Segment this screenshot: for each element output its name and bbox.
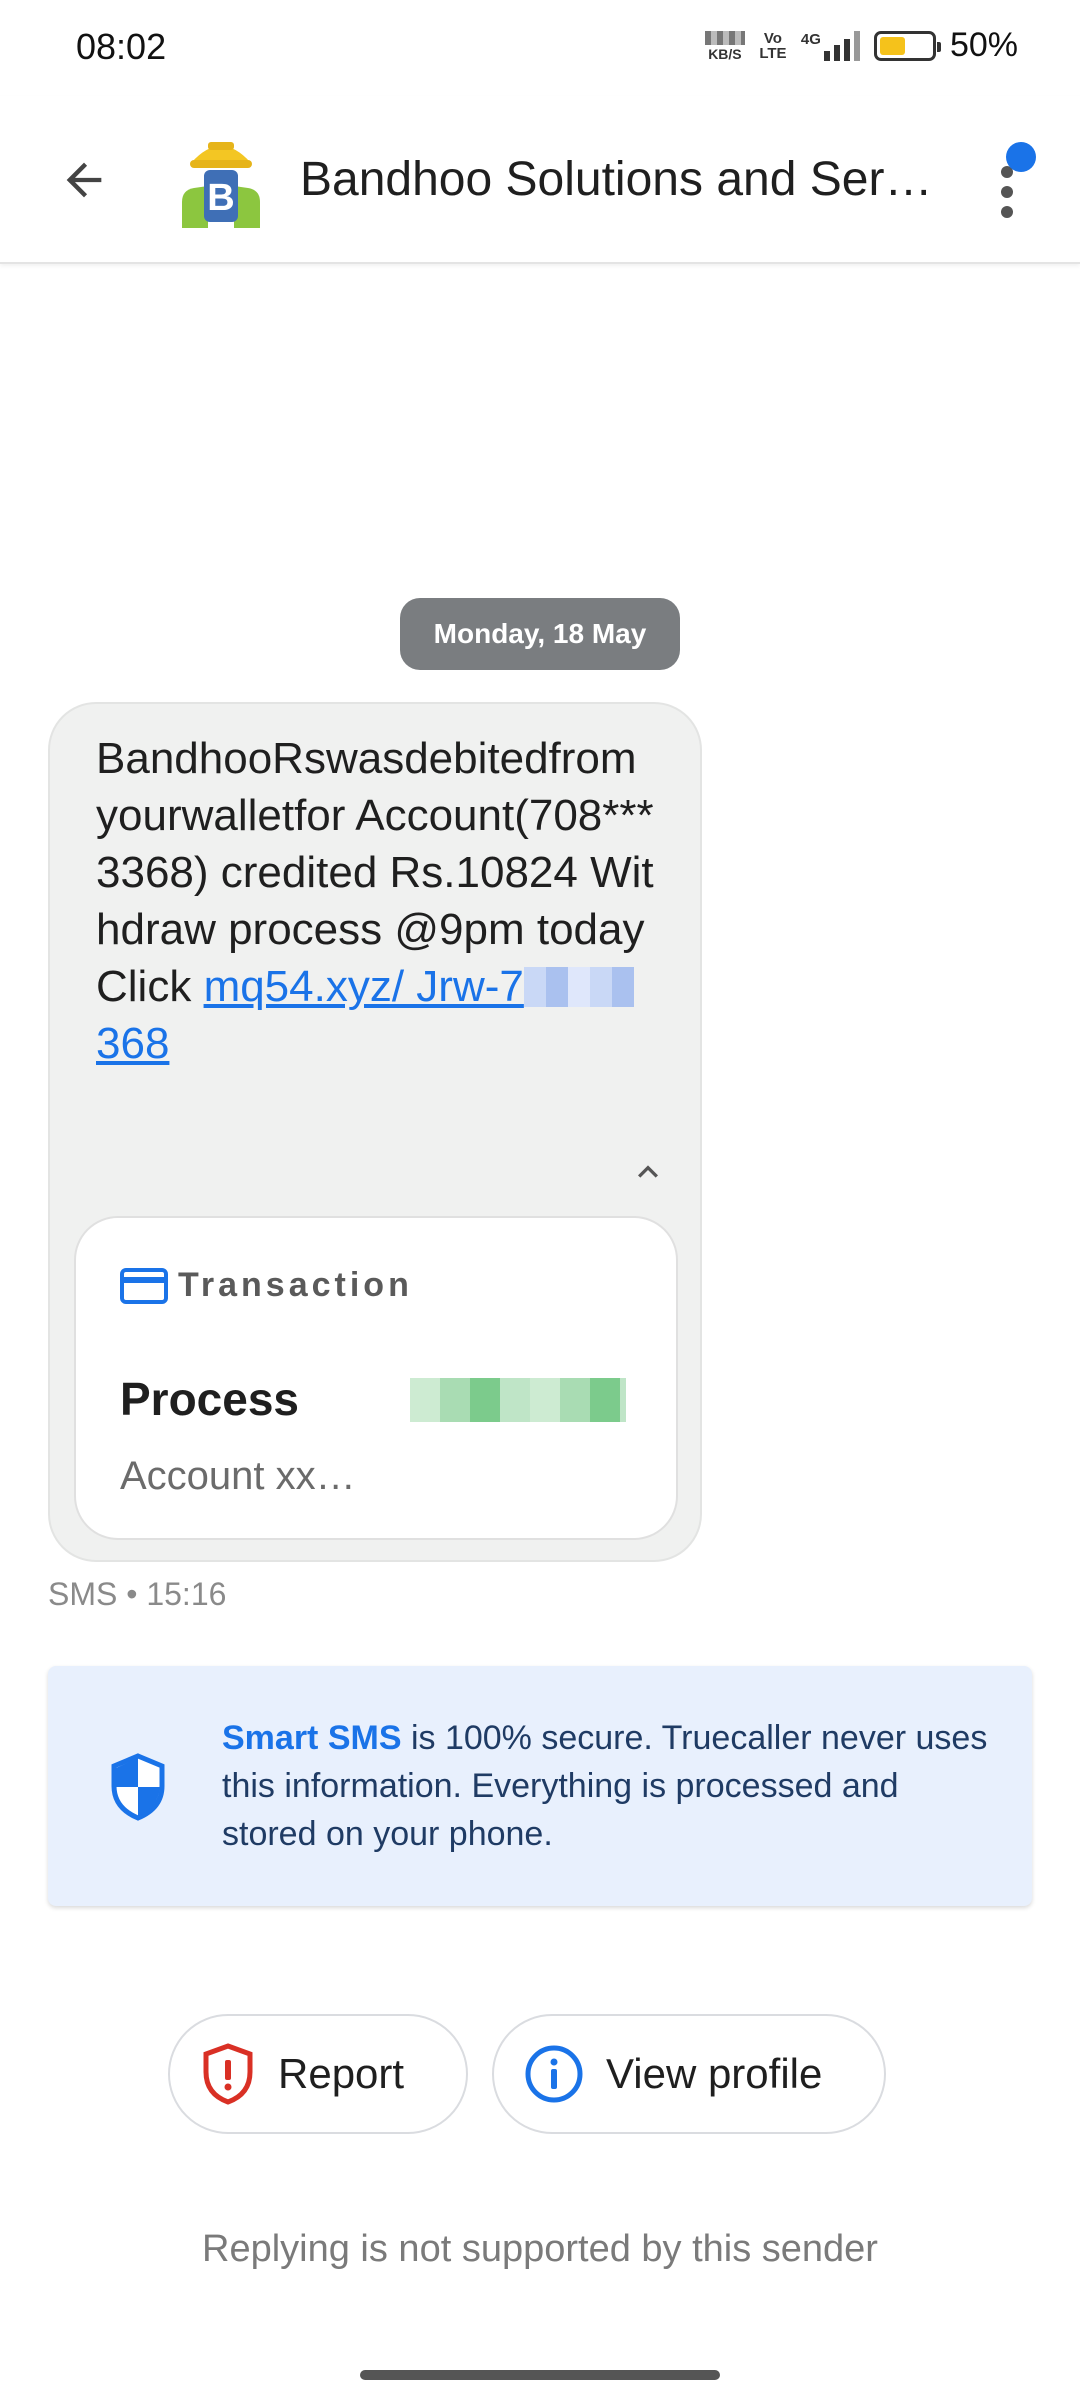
transaction-amount-redacted bbox=[410, 1378, 626, 1422]
battery-percent: 50% bbox=[949, 26, 1018, 64]
report-button[interactable]: Report bbox=[168, 2014, 468, 2134]
sender-avatar[interactable]: B bbox=[178, 132, 264, 228]
smart-sms-highlight: Smart SMS bbox=[222, 1719, 402, 1757]
battery-icon bbox=[873, 30, 941, 61]
net-speed-indicator: KB/S bbox=[704, 30, 745, 61]
shield-icon bbox=[111, 1753, 165, 1821]
transaction-label: Process bbox=[120, 1373, 300, 1425]
volte-icon: Vo LTE bbox=[759, 29, 787, 62]
transaction-account: Account xx… bbox=[120, 1454, 356, 1498]
message-meta: SMS • 15:16 bbox=[48, 1576, 227, 1612]
transaction-card[interactable]: Transaction Process Account xx… bbox=[74, 1216, 678, 1540]
info-icon bbox=[525, 2045, 583, 2103]
sender-name: Bandhoo Solutions and Ser… bbox=[300, 153, 933, 206]
signal-icon: 4G bbox=[801, 30, 860, 61]
info-text: Smart SMS is 100% secure. Truecaller nev… bbox=[222, 1719, 988, 1853]
status-icons: KB/S Vo LTE 4G 50% bbox=[704, 26, 1018, 65]
more-options-button[interactable] bbox=[990, 142, 1036, 238]
chevron-up-icon bbox=[638, 1165, 658, 1178]
back-button[interactable] bbox=[46, 142, 122, 218]
reply-unsupported-note: Replying is not supported by this sender bbox=[202, 2228, 878, 2270]
message-bubble[interactable]: BandhooRswasdebitedfromyourwalletfor Acc… bbox=[48, 702, 702, 1562]
smart-sms-info-card: Smart SMS is 100% secure. Truecaller nev… bbox=[48, 1666, 1032, 1906]
status-time: 08:02 bbox=[76, 26, 167, 67]
status-bar: 08:02 KB/S Vo LTE 4G 50% bbox=[0, 0, 1080, 96]
date-chip: Monday, 18 May bbox=[400, 598, 680, 670]
report-label: Report bbox=[278, 2050, 405, 2097]
transaction-header: Transaction bbox=[120, 1266, 413, 1305]
report-shield-icon bbox=[203, 2043, 253, 2105]
home-indicator[interactable] bbox=[360, 2370, 720, 2380]
message-text: BandhooRswasdebitedfromyourwalletfor Acc… bbox=[96, 734, 654, 1068]
redacted-block bbox=[523, 967, 634, 1007]
notification-badge bbox=[1006, 142, 1036, 172]
worker-logo-icon: B bbox=[182, 142, 260, 228]
credit-card-icon bbox=[120, 1267, 168, 1304]
collapse-button[interactable] bbox=[620, 1144, 676, 1200]
arrow-left-icon bbox=[66, 162, 102, 198]
view-profile-label: View profile bbox=[606, 2050, 823, 2097]
view-profile-button[interactable]: View profile bbox=[492, 2014, 886, 2134]
svg-text:B: B bbox=[207, 177, 234, 219]
app-bar: B Bandhoo Solutions and Ser… bbox=[0, 96, 1080, 264]
transaction-title: Transaction bbox=[178, 1266, 413, 1304]
